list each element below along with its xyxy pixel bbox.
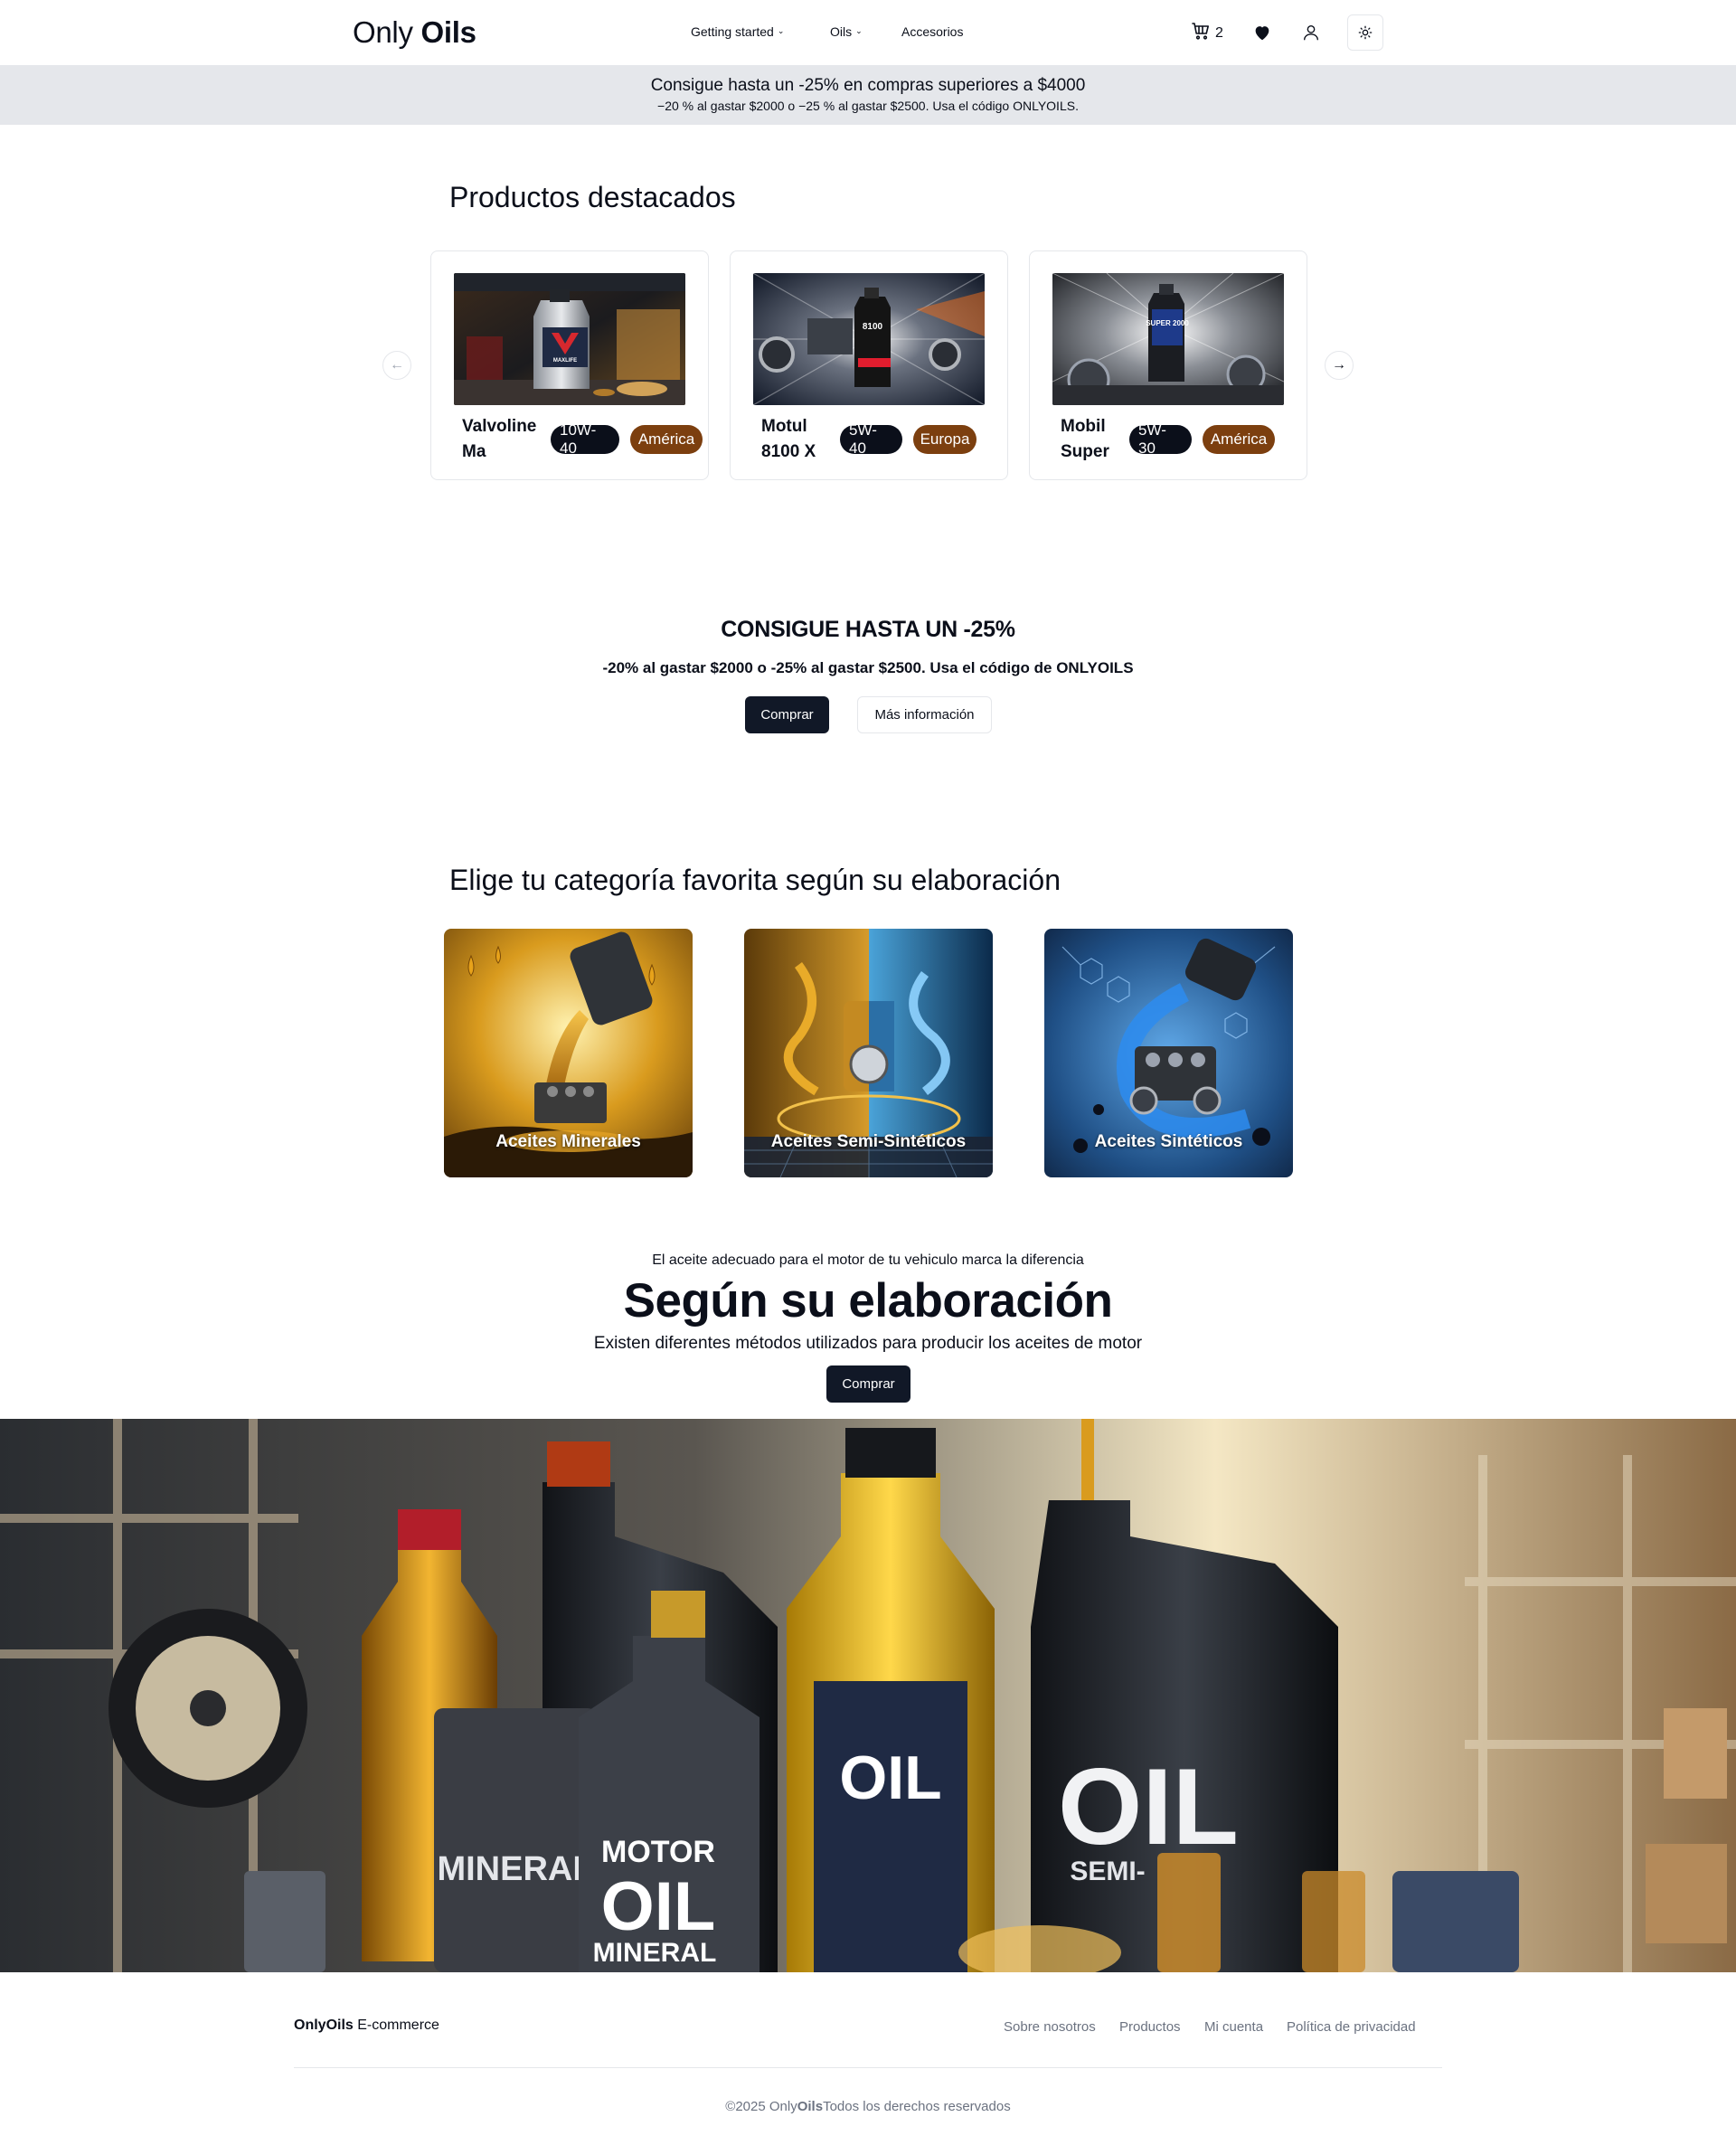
cart-button[interactable]: 2: [1190, 20, 1223, 46]
arrow-right-icon: →: [1332, 357, 1346, 373]
svg-text:OIL: OIL: [601, 1868, 716, 1945]
footer-divider: [294, 2067, 1442, 2068]
favorites-button[interactable]: [1250, 20, 1275, 45]
svg-text:OIL: OIL: [1058, 1746, 1239, 1867]
buy-button[interactable]: Comprar: [745, 696, 829, 733]
promo-detail: -20% al gastar $2000 o -25% al gastar $2…: [602, 659, 1134, 676]
carousel-next-button[interactable]: →: [1325, 351, 1354, 380]
user-icon: [1303, 24, 1319, 41]
region-badge: Europa: [913, 425, 976, 454]
product-name: Motul 8100 X: [761, 417, 816, 461]
footer-link-products[interactable]: Productos: [1119, 2019, 1181, 2035]
cart-count: 2: [1215, 24, 1223, 41]
svg-text:MAXLIFE: MAXLIFE: [553, 358, 577, 364]
product-name: Valvoline Ma: [462, 417, 537, 461]
hero-image: MINERAL MOTOR OIL MINERAL OIL OIL SEMI-: [0, 1419, 1736, 1972]
nav-accesorios[interactable]: Accesorios: [901, 24, 963, 39]
svg-text:OIL: OIL: [839, 1743, 941, 1812]
svg-text:MINERAL: MINERAL: [437, 1850, 593, 1888]
hero-description: Existen diferentes métodos utilizados pa…: [593, 1334, 1143, 1353]
categories-title: Elige tu categoría favorita según su ela…: [449, 864, 1061, 896]
category-label: Aceites Sintéticos: [1094, 1132, 1243, 1151]
category-label: Aceites Minerales: [495, 1132, 641, 1151]
hero-kicker: El aceite adecuado para el motor de tu v…: [652, 1252, 1084, 1268]
sun-icon: [1358, 25, 1373, 40]
category-card-semi-synthetic[interactable]: Aceites Semi-Sintéticos: [744, 929, 993, 1177]
region-badge: América: [630, 425, 703, 454]
chevron-down-icon: ⌄: [855, 25, 863, 35]
account-button[interactable]: [1298, 20, 1324, 45]
footer-link-privacy[interactable]: Política de privacidad: [1287, 2019, 1416, 2035]
banner-headline: Consigue hasta un -25% en compras superi…: [650, 76, 1086, 95]
product-card[interactable]: 8100 Motul 8100 X 5W-40 Europa: [730, 250, 1008, 480]
cart-icon: [1190, 20, 1212, 46]
nav-oils[interactable]: Oils ⌄: [830, 24, 863, 39]
product-card[interactable]: SUPER 2000 Mobil Super 5W-30 América: [1029, 250, 1307, 480]
promo-banner: Consigue hasta un -25% en compras superi…: [0, 66, 1736, 125]
arrow-left-icon: ←: [390, 357, 404, 373]
svg-text:SUPER 2000: SUPER 2000: [1146, 319, 1189, 327]
heart-icon: [1255, 26, 1269, 41]
more-info-button[interactable]: Más información: [857, 696, 992, 733]
viscosity-badge: 5W-30: [1129, 421, 1192, 457]
product-image: SUPER 2000: [1052, 273, 1284, 405]
site-header: Only Oils Getting started ⌄ Oils ⌄ Accesor…: [0, 0, 1736, 66]
footer-link-account[interactable]: Mi cuenta: [1204, 2019, 1263, 2035]
category-card-synthetic[interactable]: Aceites Sintéticos: [1044, 929, 1293, 1177]
category-card-mineral[interactable]: Aceites Minerales: [444, 929, 693, 1177]
theme-toggle-button[interactable]: [1347, 14, 1383, 51]
footer-link-about[interactable]: Sobre nosotros: [1004, 2019, 1096, 2035]
banner-detail: −20 % al gastar $2000 o −25 % al gastar …: [657, 99, 1079, 113]
region-badge: América: [1203, 425, 1275, 454]
footer-brand: OnlyOils E-commerce: [294, 2017, 439, 2033]
svg-text:MOTOR: MOTOR: [601, 1835, 715, 1869]
product-image: 8100: [753, 273, 985, 405]
hero-title: Según su elaboración: [623, 1274, 1113, 1328]
viscosity-badge: 10W-40: [551, 421, 619, 457]
carousel-prev-button[interactable]: ←: [382, 351, 411, 380]
promo-headline: CONSIGUE HASTA UN -25%: [721, 617, 1015, 642]
nav-getting-started[interactable]: Getting started ⌄: [691, 24, 784, 39]
category-label: Aceites Semi-Sintéticos: [770, 1132, 967, 1151]
copyright: ©2025 OnlyOilsTodos los derechos reserva…: [725, 2099, 1011, 2114]
viscosity-badge: 5W-40: [840, 421, 902, 457]
featured-title: Productos destacados: [449, 181, 736, 213]
product-image: MAXLIFE: [454, 273, 685, 405]
product-card[interactable]: MAXLIFE Valvoline Ma 10W-40 América: [430, 250, 709, 480]
svg-text:SEMI-: SEMI-: [1070, 1857, 1145, 1886]
svg-text:8100: 8100: [863, 322, 883, 332]
svg-text:MINERAL: MINERAL: [593, 1938, 717, 1968]
chevron-down-icon: ⌄: [777, 25, 785, 35]
hero-buy-button[interactable]: Comprar: [826, 1365, 910, 1403]
site-logo[interactable]: Only Oils: [353, 15, 476, 50]
